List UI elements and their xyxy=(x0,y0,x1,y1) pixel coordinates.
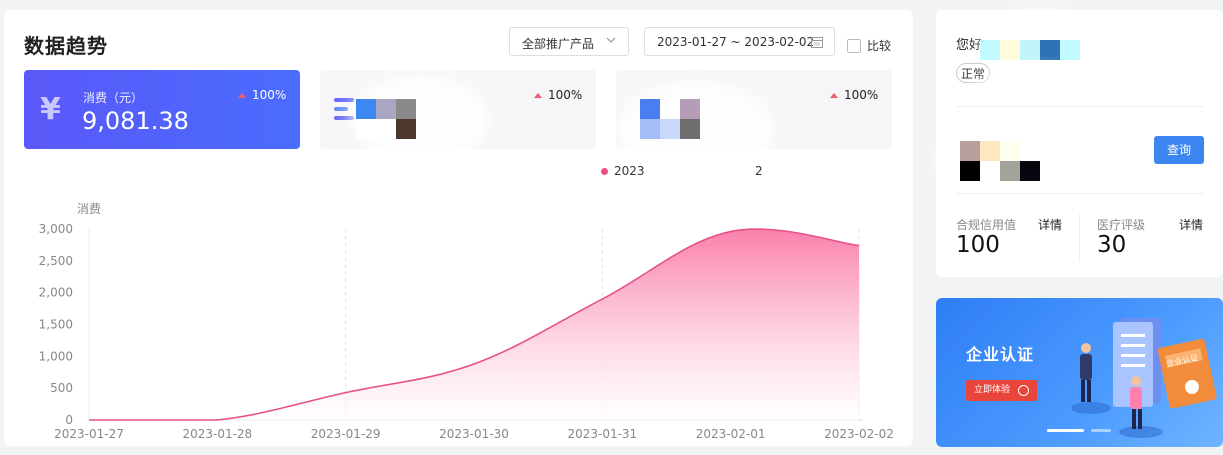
x-tick-label: 2023-01-29 xyxy=(311,427,381,441)
chevron-down-icon xyxy=(606,37,616,43)
account-card: 您好 正常 查询 合规信用值 详情 100 医疗评级 详情 30 xyxy=(936,10,1223,277)
y-tick-label: 500 xyxy=(50,381,73,395)
x-tick-label: 2023-01-30 xyxy=(439,427,509,441)
y-tick-label: 1,000 xyxy=(39,349,73,363)
yen-icon: ¥ xyxy=(40,92,61,127)
compliance-value: 100 xyxy=(956,232,1000,258)
certification-illustration: 企业认证 xyxy=(1071,318,1217,438)
banner-title: 企业认证 xyxy=(966,345,1035,364)
date-range-value: 2023-01-27 ~ 2023-02-02 xyxy=(657,35,815,49)
x-tick-label: 2023-02-02 xyxy=(824,427,894,441)
up-arrow-icon xyxy=(534,92,542,98)
compare-checkbox[interactable] xyxy=(847,38,861,53)
x-tick-label: 2023-01-27 xyxy=(54,427,124,441)
up-arrow-icon xyxy=(830,92,838,98)
carousel-dot[interactable] xyxy=(1091,429,1111,432)
legend-label: 2023 xyxy=(614,164,645,178)
medical-rating-value: 30 xyxy=(1097,232,1127,258)
stat-value: 9,081.38 xyxy=(82,107,189,135)
stat-change: 100% xyxy=(534,88,582,102)
y-tick-label: 0 xyxy=(65,413,73,427)
y-tick-label: 2,500 xyxy=(39,254,73,268)
redaction-mosaic xyxy=(980,40,1080,60)
legend-label-tail: 2 xyxy=(755,164,763,178)
compliance-label: 合规信用值 xyxy=(956,218,1017,232)
medical-rating-detail-link[interactable]: 详情 xyxy=(1179,216,1203,233)
product-select[interactable]: 全部推广产品 xyxy=(509,27,629,56)
spend-area-chart[interactable]: 消费 0 500 1,000 1,500 2,000 2,500 3,000 2023-01… xyxy=(4,185,913,446)
redaction-mosaic xyxy=(356,99,416,139)
x-tick-label: 2023-01-28 xyxy=(182,427,252,441)
redaction-mosaic xyxy=(640,99,700,139)
y-tick-label: 2,000 xyxy=(39,286,73,300)
stat-card-3[interactable]: 100% xyxy=(616,70,892,180)
try-now-label: 立即体验 xyxy=(974,385,1011,395)
greeting-text: 您好 xyxy=(956,38,983,53)
stat-card-spend[interactable]: ¥ 消费（元） 9,081.38 100% xyxy=(24,70,300,149)
divider xyxy=(956,106,1204,107)
area-fill xyxy=(89,229,859,420)
compliance-detail-link[interactable]: 详情 xyxy=(1038,216,1062,233)
query-button[interactable]: 查询 xyxy=(1154,136,1204,164)
data-trend-card: 数据趋势 全部推广产品 2023-01-27 ~ 2023-02-02 比较 ¥… xyxy=(4,10,913,446)
product-select-value: 全部推广产品 xyxy=(522,37,595,51)
divider xyxy=(956,193,1204,194)
legend-dot xyxy=(601,167,608,175)
y-tick-label: 1,500 xyxy=(39,318,73,332)
stat-change: 100% xyxy=(830,88,878,102)
up-arrow-icon xyxy=(238,92,246,98)
redaction-blur xyxy=(976,70,1096,110)
stat-label: 消费（元） xyxy=(83,91,144,105)
compare-toggle[interactable]: 比较 xyxy=(847,37,891,54)
divider xyxy=(1079,214,1080,262)
page-title: 数据趋势 xyxy=(24,34,108,58)
stat-card-2[interactable]: 100% xyxy=(320,70,596,164)
stat-change-value: 100% xyxy=(548,88,583,102)
chart-legend[interactable]: 2023 2 xyxy=(601,164,763,178)
y-tick-label: 3,000 xyxy=(39,222,73,236)
y-axis-label: 消费 xyxy=(77,202,101,216)
carousel-dot-active[interactable] xyxy=(1047,429,1084,432)
arrow-right-icon xyxy=(1018,385,1029,396)
stat-change: 100% xyxy=(238,88,286,102)
stat-change-value: 100% xyxy=(844,88,879,102)
x-tick-label: 2023-02-01 xyxy=(696,427,766,441)
date-range-picker[interactable]: 2023-01-27 ~ 2023-02-02 xyxy=(644,27,835,56)
redaction-mosaic xyxy=(960,141,1040,181)
medical-rating-label: 医疗评级 xyxy=(1097,218,1146,232)
calendar-icon xyxy=(811,37,823,48)
compare-label: 比较 xyxy=(867,39,892,53)
x-tick-label: 2023-01-31 xyxy=(567,427,637,441)
try-now-button[interactable]: 立即体验 xyxy=(966,380,1037,401)
enterprise-cert-banner[interactable]: 企业认证 立即体验 企业认证 xyxy=(936,298,1223,447)
stat-change-value: 100% xyxy=(252,88,287,102)
